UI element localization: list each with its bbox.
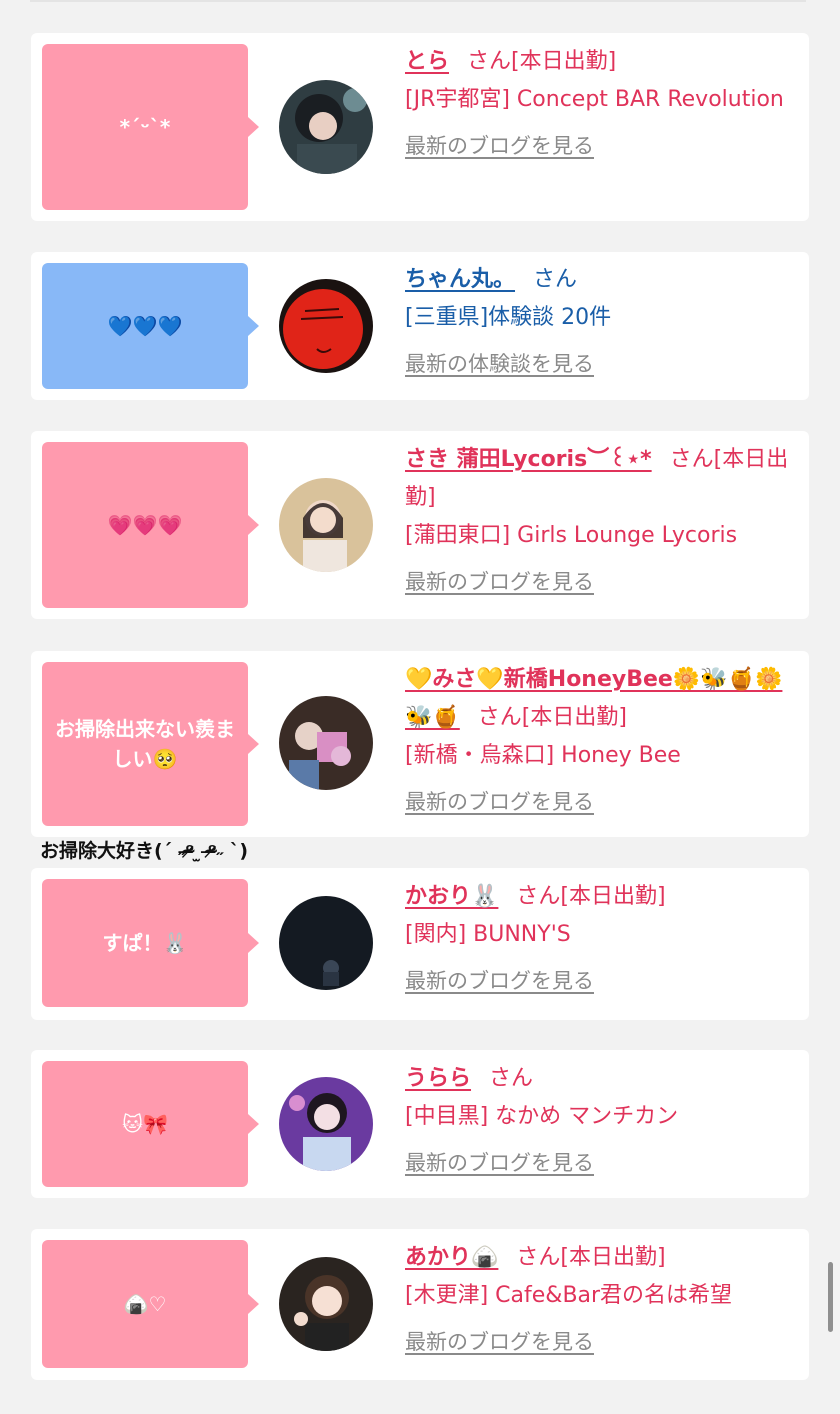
- comment-bubble: 🐱🎀: [42, 1061, 259, 1187]
- user-card-tora: *ˊᵕˋ* とら さん[本日出勤] [JR宇都宮] Concept BAR Rev…: [31, 33, 809, 221]
- user-suffix: さん[本日出勤]: [467, 49, 617, 74]
- comment-bubble: お掃除出来ない羨ましい🥺: [42, 662, 259, 826]
- latest-blog-link[interactable]: 最新のブログを見る: [405, 127, 795, 165]
- user-avatar[interactable]: [279, 1257, 373, 1351]
- user-info: うらら さん [中目黒] なかめ マンチカン 最新のブログを見る: [405, 1060, 795, 1182]
- user-suffix: さん: [489, 1066, 534, 1091]
- latest-blog-link[interactable]: 最新のブログを見る: [405, 962, 795, 1000]
- latest-blog-link[interactable]: 最新のブログを見る: [405, 1144, 795, 1182]
- comment-bubble: すぱ！🐰: [42, 879, 259, 1007]
- user-suffix: さん[本日出勤]: [516, 884, 666, 909]
- user-avatar[interactable]: [279, 696, 373, 790]
- scrollbar[interactable]: [828, 1262, 833, 1332]
- user-card-chanmaru: 💙💙💙 ちゃん丸。 さん [三重県]体験談 20件 最新の体験談を見る: [31, 252, 809, 400]
- latest-blog-link[interactable]: 最新のブログを見る: [405, 783, 795, 821]
- user-info: かおり🐰 さん[本日出勤] [関内] BUNNY'S 最新のブログを見る: [405, 878, 795, 1000]
- comment-bubble: 🍙♡: [42, 1240, 259, 1368]
- user-name-link[interactable]: さき 蒲田Lycoris︶꒰⋆*: [405, 447, 652, 472]
- user-suffix: さん: [533, 267, 578, 292]
- user-name-link[interactable]: とら: [405, 49, 449, 74]
- user-info: さき 蒲田Lycoris︶꒰⋆* さん[本日出勤] [蒲田東口] Girls Lo…: [405, 441, 795, 601]
- top-divider: [30, 0, 806, 2]
- user-card-urara: 🐱🎀 うらら さん [中目黒] なかめ マンチカン 最新のブログを見る: [31, 1050, 809, 1198]
- user-suffix: さん[本日出勤]: [516, 1245, 666, 1270]
- latest-blog-link[interactable]: 最新のブログを見る: [405, 1323, 795, 1361]
- shop-text: [木更津] Cafe&Bar君の名は希望: [405, 1283, 733, 1308]
- user-suffix: さん[本日出勤]: [477, 705, 627, 730]
- user-name-link[interactable]: かおり🐰: [405, 884, 498, 909]
- user-name-link[interactable]: ちゃん丸。: [405, 267, 515, 292]
- comment-bubble: *ˊᵕˋ*: [42, 44, 259, 210]
- user-name-link[interactable]: あかり🍙: [405, 1245, 498, 1270]
- shop-text: [関内] BUNNY'S: [405, 922, 571, 947]
- user-avatar[interactable]: [279, 896, 373, 990]
- shop-text: [JR宇都宮] Concept BAR Revolution: [405, 87, 784, 112]
- shop-text: [中目黒] なかめ マンチカン: [405, 1104, 679, 1129]
- comment-bubble: 💗💗💗: [42, 442, 259, 608]
- shop-text: [蒲田東口] Girls Lounge Lycoris: [405, 523, 738, 548]
- user-card-saki: 💗💗💗 さき 蒲田Lycoris︶꒰⋆* さん[本日出勤] [蒲田東口] Girl…: [31, 431, 809, 619]
- user-info: ちゃん丸。 さん [三重県]体験談 20件 最新の体験談を見る: [405, 261, 795, 383]
- shop-text: [三重県]体験談 20件: [405, 305, 612, 330]
- user-card-misa: お掃除出来ない羨ましい🥺 💛みさ💛新橋HoneyBee🌼🐝🍯🌼🐝🍯 さん[本日出勤…: [31, 651, 809, 837]
- user-info: 💛みさ💛新橋HoneyBee🌼🐝🍯🌼🐝🍯 さん[本日出勤] [新橋・烏森口] Ho…: [405, 661, 795, 821]
- user-avatar[interactable]: [279, 1077, 373, 1171]
- comment-bubble: 💙💙💙: [42, 263, 259, 389]
- user-avatar[interactable]: [279, 478, 373, 572]
- user-avatar[interactable]: [279, 80, 373, 174]
- user-avatar[interactable]: [279, 279, 373, 373]
- shop-text: [新橋・烏森口] Honey Bee: [405, 743, 681, 768]
- latest-blog-link[interactable]: 最新のブログを見る: [405, 563, 795, 601]
- latest-review-link[interactable]: 最新の体験談を見る: [405, 345, 795, 383]
- user-name-link[interactable]: うらら: [405, 1066, 471, 1091]
- user-card-kaori: すぱ！🐰 かおり🐰 さん[本日出勤] [関内] BUNNY'S 最新のブログを見る: [31, 868, 809, 1020]
- user-card-akari: 🍙♡ あかり🍙 さん[本日出勤] [木更津] Cafe&Bar君の名は希望 最新の…: [31, 1229, 809, 1380]
- user-info: あかり🍙 さん[本日出勤] [木更津] Cafe&Bar君の名は希望 最新のブログ…: [405, 1239, 795, 1361]
- user-info: とら さん[本日出勤] [JR宇都宮] Concept BAR Revolutio…: [405, 43, 795, 165]
- floating-comment-text: お掃除大好き(ˊ ˶ᵒ̴̶̷ ̫ ᵒ̴̶̷˶ ˋ): [40, 840, 249, 862]
